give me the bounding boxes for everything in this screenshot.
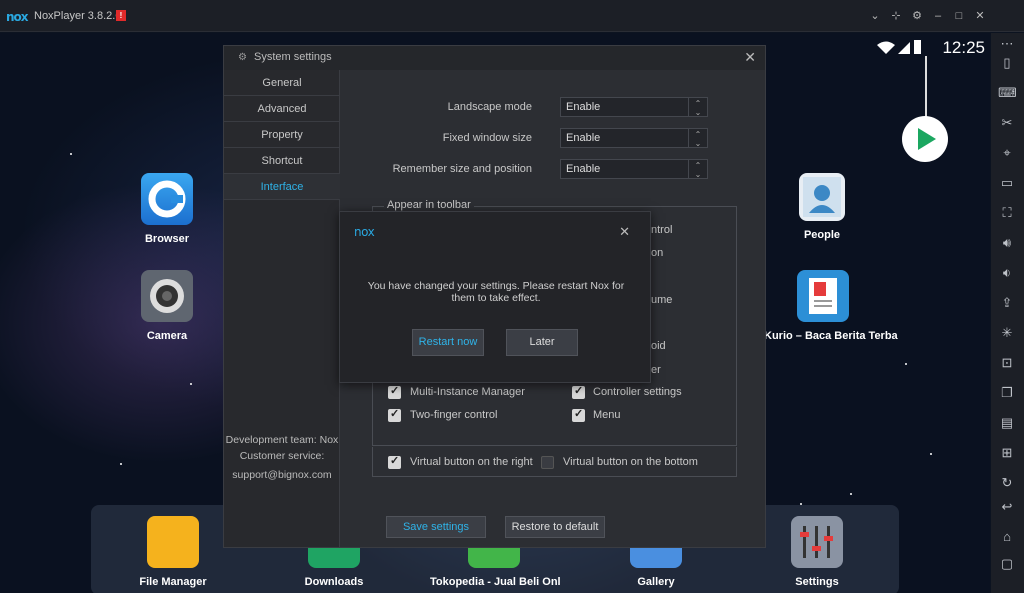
nav-advanced[interactable]: Advanced (224, 96, 340, 122)
chevron-down-icon[interactable]: ⌄ (868, 9, 882, 23)
settings-title: System settings (254, 51, 332, 63)
customer-service-text: Customer service: (239, 450, 325, 462)
later-button[interactable]: Later (506, 329, 578, 356)
dialog-message: You have changed your settings. Please r… (367, 280, 625, 304)
remember-size-select[interactable]: Enable ⌃ ⌄ (560, 159, 708, 179)
loading-icon[interactable]: ✳ (998, 324, 1016, 342)
nox-logo: nox (354, 225, 375, 239)
restore-default-button[interactable]: Restore to default (505, 516, 605, 538)
close-icon[interactable]: ✕ (744, 49, 756, 66)
home-icon[interactable]: ⌂ (998, 528, 1016, 546)
pin-icon[interactable]: ⊹ (889, 9, 903, 23)
kurio-icon (797, 270, 849, 322)
up-down-arrows-icon: ⌃ ⌄ (688, 129, 707, 148)
multi-instance-icon[interactable]: ❐ (998, 384, 1016, 402)
up-down-arrows-icon: ⌃ ⌄ (688, 98, 707, 117)
title-bar: nox NoxPlayer 3.8.2.0 ! ⌄ ⊹ ⚙ – □ ✕ (0, 0, 1024, 32)
camera-icon (141, 270, 193, 322)
checkbox-virtual-bottom[interactable] (541, 456, 554, 469)
apk-install-icon[interactable]: ⇪ (998, 294, 1016, 312)
wifi-signal-battery-icons (876, 39, 922, 58)
play-store-pull-line (925, 56, 927, 120)
play-store-button[interactable] (902, 116, 948, 162)
app-settings[interactable]: Settings (780, 516, 854, 588)
checkbox-two-finger[interactable] (388, 407, 401, 422)
nav-interface[interactable]: Interface (224, 174, 340, 200)
landscape-mode-select[interactable]: Enable ⌃ ⌄ (560, 97, 708, 117)
folder-icon (147, 516, 199, 568)
dev-team-text: Development team: Nox (225, 434, 339, 446)
alert-badge[interactable]: ! (116, 10, 126, 21)
close-icon[interactable]: ✕ (619, 224, 630, 240)
rotate-icon[interactable]: ↻ (998, 474, 1016, 492)
gear-icon: ⚙ (238, 52, 247, 63)
checkbox-controller-settings[interactable] (572, 384, 585, 399)
restart-dialog: nox ✕ You have changed your settings. Pl… (339, 211, 651, 383)
people-icon (799, 173, 845, 221)
more-icon[interactable]: ⋯ (998, 35, 1016, 53)
close-icon[interactable]: ✕ (973, 9, 987, 23)
save-settings-button[interactable]: Save settings (386, 516, 486, 538)
window-title: NoxPlayer 3.8.2.0 (34, 10, 122, 22)
checkbox-multi-instance[interactable] (388, 384, 401, 399)
nav-shortcut[interactable]: Shortcut (224, 148, 340, 174)
settings-sliders-icon (791, 516, 843, 568)
restart-now-button[interactable]: Restart now (412, 329, 484, 356)
gear-icon[interactable]: ⚙ (910, 9, 924, 23)
location-icon[interactable]: ⌖ (998, 144, 1016, 162)
shared-folder-icon[interactable]: ▤ (998, 414, 1016, 432)
keyboard-mapping-icon[interactable]: ⌨ (998, 84, 1017, 102)
support-email[interactable]: support@bignox.com (224, 469, 340, 481)
maximize-icon[interactable]: □ (952, 9, 966, 23)
fixed-window-size-label: Fixed window size (442, 132, 532, 144)
app-file-manager[interactable]: File Manager (136, 516, 210, 588)
screenshot-icon[interactable]: ⊡ (998, 354, 1016, 372)
screen-icon[interactable]: ▭ (998, 174, 1016, 192)
play-store-icon (918, 128, 936, 150)
volume-up-icon[interactable]: 🔊︎ (998, 234, 1016, 252)
fixed-window-size-select[interactable]: Enable ⌃ ⌄ (560, 128, 708, 148)
scissors-icon[interactable]: ✂ (998, 114, 1016, 132)
recent-apps-icon[interactable]: ▢ (998, 555, 1016, 573)
up-down-arrows-icon: ⌃ ⌄ (688, 160, 707, 179)
landscape-mode-label: Landscape mode (447, 101, 532, 113)
checkbox-virtual-right[interactable] (388, 454, 401, 469)
controller-icon[interactable]: ⊞ (998, 444, 1016, 462)
browser-icon (141, 173, 193, 225)
app-kurio[interactable]: Kurio – Baca Berita Terba (764, 270, 898, 342)
nav-general[interactable]: General (224, 70, 340, 96)
checkbox-menu[interactable] (572, 407, 585, 422)
shake-icon[interactable]: ▯ (998, 54, 1016, 72)
nox-logo: nox (6, 10, 29, 24)
settings-nav: General Advanced Property Shortcut Inter… (224, 70, 340, 547)
settings-header: ⚙ System settings ✕ (224, 46, 765, 70)
clock: 12:25 (942, 38, 985, 57)
nav-property[interactable]: Property (224, 122, 340, 148)
back-icon[interactable]: ↩ (998, 498, 1016, 516)
volume-down-icon[interactable]: 🔉︎ (998, 264, 1016, 282)
fullscreen-icon[interactable]: ⛶ (998, 204, 1016, 222)
toolbar-group-title: Appear in toolbar (384, 199, 474, 211)
app-camera[interactable]: Camera (130, 270, 204, 342)
remember-size-label: Remember size and position (392, 163, 532, 175)
nox-toolbar: ⋯ ▯ ⌨ ✂ ⌖ ▭ ⛶ 🔊︎ 🔉︎ ⇪ ✳ ⊡ ❐ ▤ ⊞ ↻ ↩ ⌂ ▢ (991, 33, 1024, 593)
app-people[interactable]: People (785, 173, 859, 241)
minimize-icon[interactable]: – (931, 9, 945, 23)
app-browser[interactable]: Browser (130, 173, 204, 245)
